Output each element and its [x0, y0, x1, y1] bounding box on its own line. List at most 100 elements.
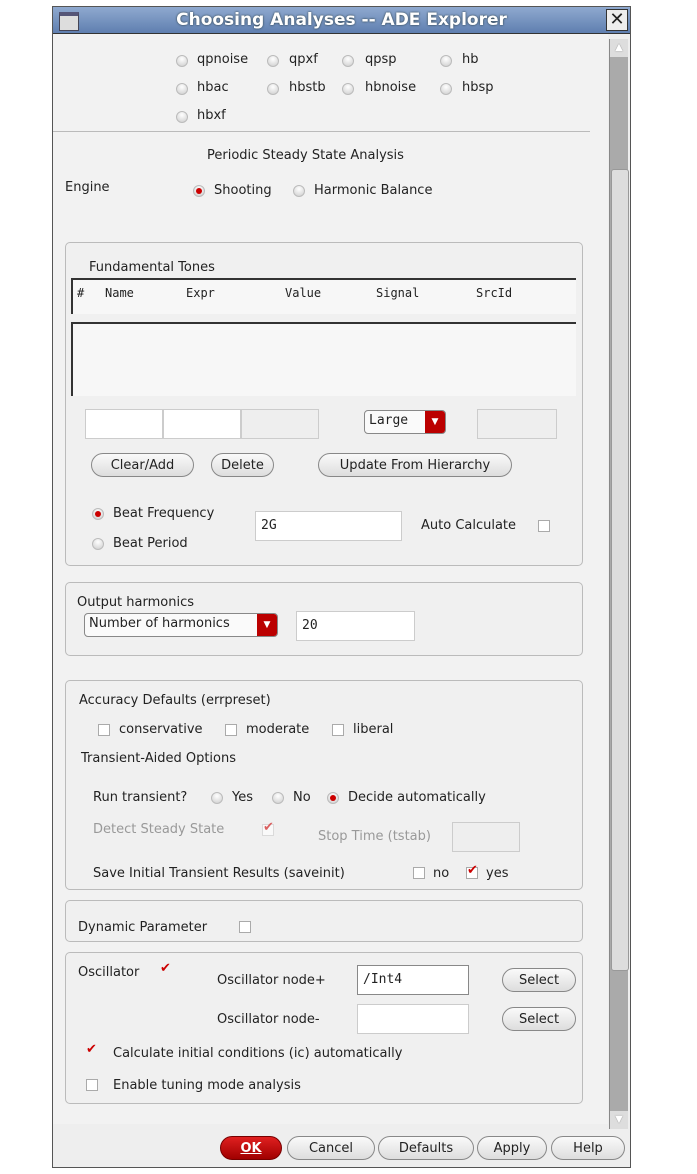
radio-shooting[interactable]	[193, 185, 205, 197]
label-oscillator: Oscillator	[78, 965, 140, 980]
label-hbac: hbac	[197, 80, 229, 95]
transient-title: Transient-Aided Options	[81, 751, 237, 766]
scroll-down-icon[interactable]: ▼	[610, 1111, 628, 1129]
radio-beat-period[interactable]	[92, 538, 104, 550]
radio-hbsp[interactable]	[440, 83, 452, 95]
label-save-initial: Save Initial Transient Results (saveinit…	[93, 866, 345, 881]
saveinit-yes-checkbox[interactable]	[466, 863, 478, 879]
label-qpsp: qpsp	[365, 52, 397, 67]
label-run-transient: Run transient?	[93, 790, 188, 805]
scrollbar-thumb[interactable]	[611, 169, 629, 971]
label-node-minus: Oscillator node-	[217, 1012, 320, 1027]
label-harmonic-balance: Harmonic Balance	[314, 183, 433, 198]
clear-add-button[interactable]: Clear/Add	[91, 453, 194, 477]
label-conservative: conservative	[119, 722, 203, 737]
radio-hbstb[interactable]	[267, 83, 279, 95]
select-node-plus-button[interactable]: Select	[502, 968, 576, 992]
label-hbstb: hbstb	[289, 80, 326, 95]
radio-hbnoise[interactable]	[342, 83, 354, 95]
label-run-yes: Yes	[232, 790, 253, 805]
srcid-field	[477, 409, 557, 439]
label-hbxf: hbxf	[197, 108, 226, 123]
radio-qpxf[interactable]	[267, 55, 279, 67]
moderate-checkbox[interactable]	[225, 724, 237, 736]
label-beat-frequency: Beat Frequency	[113, 506, 215, 521]
signal-select[interactable]: Large ▼	[364, 410, 446, 434]
tone-expr-field[interactable]	[163, 409, 241, 439]
title-bar[interactable]: Choosing Analyses -- ADE Explorer ✕	[53, 7, 630, 34]
form-content: qpnoise qpxf qpsp hb hbac hbstb hbnoise …	[53, 34, 608, 1124]
label-qpxf: qpxf	[289, 52, 318, 67]
liberal-checkbox[interactable]	[332, 724, 344, 736]
col-value: Value	[285, 286, 322, 300]
label-hbnoise: hbnoise	[365, 80, 417, 95]
label-run-auto: Decide automatically	[348, 790, 486, 805]
oscillator-checkbox[interactable]	[160, 961, 172, 978]
apply-button[interactable]: Apply	[477, 1136, 547, 1160]
radio-qpnoise[interactable]	[176, 55, 188, 67]
detect-steady-state-checkbox	[262, 820, 274, 836]
engine-label: Engine	[65, 180, 110, 195]
tuning-mode-checkbox[interactable]	[86, 1079, 98, 1091]
saveinit-no-checkbox[interactable]	[413, 867, 425, 879]
close-button[interactable]: ✕	[606, 9, 628, 31]
label-run-no: No	[293, 790, 311, 805]
auto-calculate-checkbox[interactable]	[538, 520, 550, 532]
harmonics-value-field[interactable]: 20	[296, 611, 415, 641]
col-srcid: SrcId	[476, 286, 513, 300]
conservative-checkbox[interactable]	[98, 724, 110, 736]
label-hb: hb	[462, 52, 479, 67]
label-stop-time: Stop Time (tstab)	[318, 829, 431, 844]
tones-table-header: # Name Expr Value Signal SrcId	[71, 278, 576, 314]
cancel-button[interactable]: Cancel	[287, 1136, 375, 1160]
stop-time-field	[452, 822, 520, 852]
radio-harmonic-balance[interactable]	[293, 185, 305, 197]
calc-ic-checkbox[interactable]	[86, 1042, 98, 1059]
node-plus-field[interactable]: /Int4	[357, 965, 469, 995]
col-signal: Signal	[376, 286, 420, 300]
defaults-button[interactable]: Defaults	[378, 1136, 474, 1160]
label-detect-steady-state: Detect Steady State	[93, 822, 225, 837]
accuracy-group	[65, 680, 583, 890]
scroll-up-icon[interactable]: ▲	[610, 39, 628, 57]
update-from-hierarchy-button[interactable]: Update From Hierarchy	[318, 453, 512, 477]
harmonics-select[interactable]: Number of harmonics ▼	[84, 613, 278, 637]
radio-qpsp[interactable]	[342, 55, 354, 67]
accuracy-title: Accuracy Defaults (errpreset)	[79, 693, 271, 708]
radio-run-auto[interactable]	[327, 792, 339, 804]
ok-button[interactable]: OK	[220, 1136, 282, 1160]
radio-hbac[interactable]	[176, 83, 188, 95]
node-minus-field[interactable]	[357, 1004, 469, 1034]
delete-button[interactable]: Delete	[211, 453, 274, 477]
label-liberal: liberal	[353, 722, 394, 737]
radio-run-no[interactable]	[272, 792, 284, 804]
tones-title: Fundamental Tones	[89, 260, 215, 275]
tones-table-body[interactable]	[71, 322, 576, 396]
dynamic-parameter-checkbox[interactable]	[239, 921, 251, 933]
radio-hbxf[interactable]	[176, 111, 188, 123]
label-tuning-mode: Enable tuning mode analysis	[113, 1078, 301, 1093]
chevron-down-icon: ▼	[257, 614, 277, 636]
label-beat-period: Beat Period	[113, 536, 188, 551]
radio-beat-frequency[interactable]	[92, 508, 104, 520]
radio-hb[interactable]	[440, 55, 452, 67]
tone-value-field	[241, 409, 319, 439]
vertical-scrollbar[interactable]: ▲ ▼	[609, 39, 629, 1129]
select-node-minus-button[interactable]: Select	[502, 1007, 576, 1031]
col-number: #	[77, 286, 85, 300]
window-title: Choosing Analyses -- ADE Explorer	[176, 10, 507, 30]
beat-value-field[interactable]: 2G	[255, 511, 402, 541]
col-expr: Expr	[186, 286, 215, 300]
radio-run-yes[interactable]	[211, 792, 223, 804]
label-node-plus: Oscillator node+	[217, 973, 326, 988]
divider	[53, 131, 590, 132]
harmonics-title: Output harmonics	[77, 595, 194, 610]
pss-heading: Periodic Steady State Analysis	[207, 148, 404, 163]
tone-name-field[interactable]	[85, 409, 163, 439]
chevron-down-icon: ▼	[425, 411, 445, 433]
harmonics-select-value: Number of harmonics	[89, 616, 230, 631]
signal-select-value: Large	[369, 413, 409, 428]
label-save-yes: yes	[486, 866, 509, 881]
help-button[interactable]: Help	[551, 1136, 625, 1160]
label-auto-calculate: Auto Calculate	[421, 518, 517, 533]
